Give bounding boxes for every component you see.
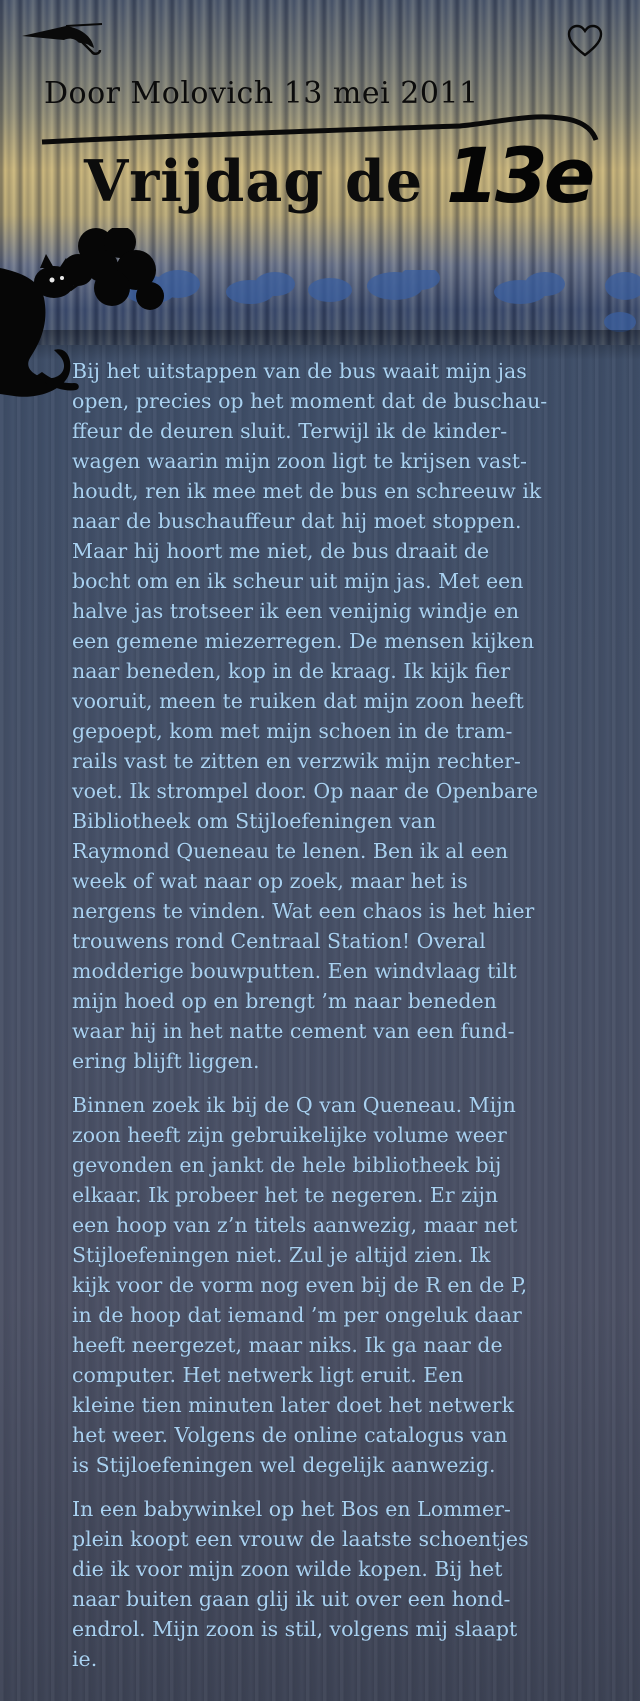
article-body: Bij het uitstappen van de bus waait mijn…: [72, 356, 582, 1688]
umbrella-icon[interactable]: [20, 22, 104, 56]
title-logo: 13e: [446, 131, 595, 220]
article-paragraph: Binnen zoek ik bij de Q van Queneau. Mij…: [72, 1093, 528, 1477]
page-title: Vrijdag de: [84, 148, 424, 215]
article-paragraph: In een babywinkel op het Bos en Lommer- …: [72, 1497, 529, 1671]
article-paragraph: Bij het uitstappen van de bus waait mijn…: [72, 359, 548, 1073]
article-byline: Door Molovich 13 mei 2011: [44, 76, 479, 111]
heart-icon[interactable]: [567, 24, 603, 58]
